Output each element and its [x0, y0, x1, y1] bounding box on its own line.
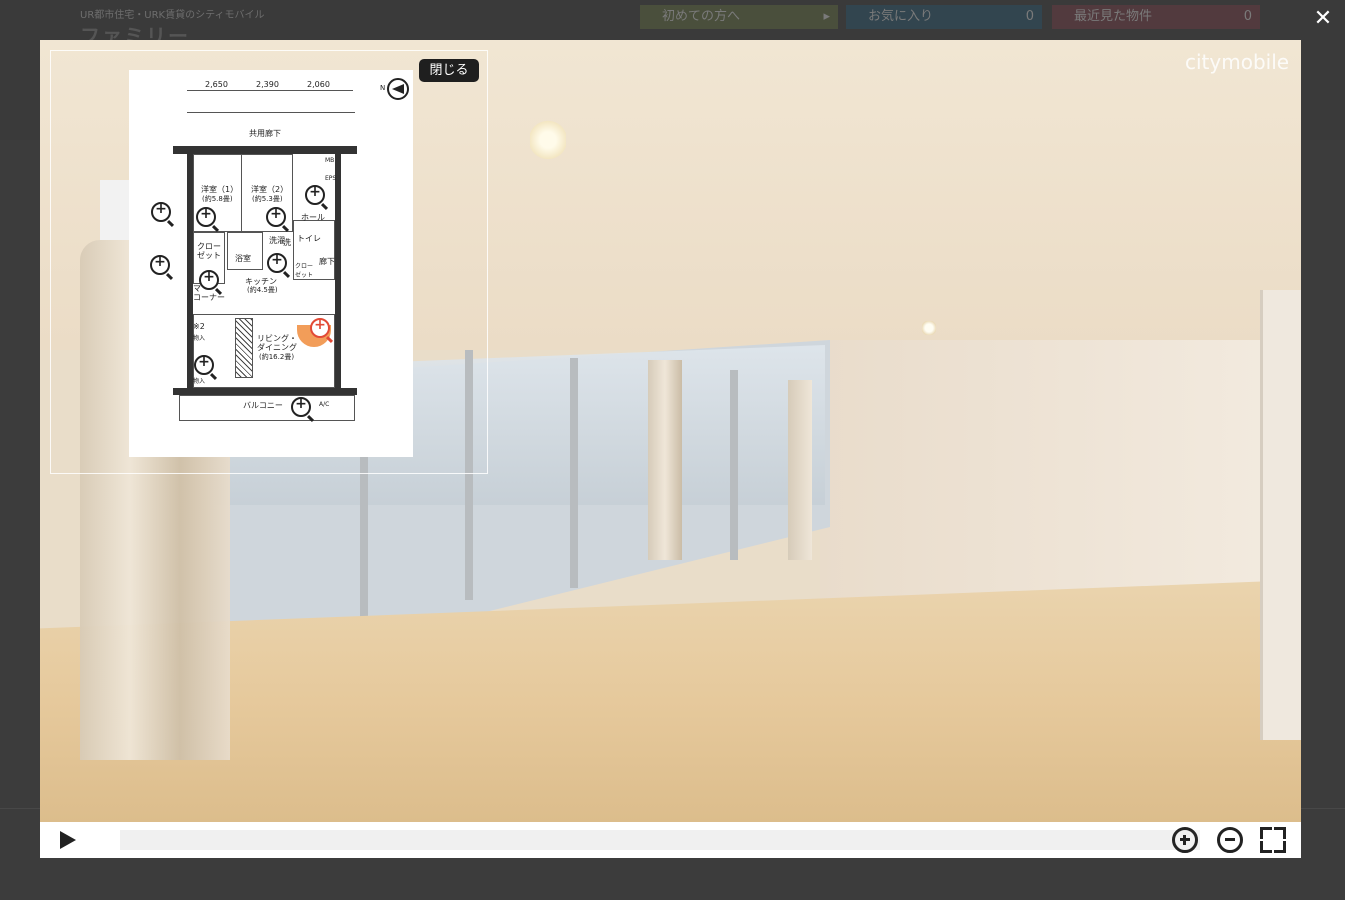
note-label: ※2: [193, 322, 205, 331]
room-label: 物入: [193, 335, 206, 342]
room-label: リビング・ ダイニング: [257, 334, 297, 352]
room-size: (約5.8畳): [202, 195, 233, 203]
zoom-in-icon[interactable]: [151, 201, 171, 222]
room-label: トイレ: [297, 234, 321, 243]
first-time-label: 初めての方へ: [662, 9, 741, 24]
zoom-in-icon[interactable]: [267, 252, 287, 273]
room-size: (約16.2畳): [259, 353, 295, 361]
room-size: (約4.5畳): [247, 286, 278, 294]
north-arrow-icon: [387, 78, 409, 100]
room-label: 洗濯: [269, 236, 285, 245]
citymobile-watermark: citymobile: [1185, 50, 1290, 74]
window-frame: [570, 358, 578, 588]
stair-hatch: [235, 318, 253, 378]
zoom-in-icon[interactable]: [305, 184, 325, 205]
zoom-in-icon[interactable]: [194, 354, 214, 375]
dimension-label: 2,390: [256, 80, 279, 89]
favorites-button: お気に入り 0: [846, 5, 1042, 29]
room-label: 廊下: [319, 257, 335, 266]
favorites-label: お気に入り: [868, 9, 934, 24]
recently-viewed-label: 最近見た物件: [1074, 9, 1153, 24]
site-tagline: UR都市住宅・URK賃貸のシティモバイル: [80, 10, 265, 21]
room-label: 物入: [193, 378, 206, 385]
dimension-line: [187, 90, 353, 91]
fullscreen-corner: [1260, 827, 1272, 839]
zoom-in-icon[interactable]: [196, 206, 216, 227]
floorplan-map[interactable]: 2,650 2,390 2,060 N 共用廊下 洋室（1） (約5.8畳) 洋…: [129, 70, 413, 457]
ceiling-lamp: [922, 321, 936, 335]
room-label: クロー ゼット: [197, 242, 221, 260]
panorama-door: [1260, 290, 1301, 740]
panorama-curtain: [788, 380, 812, 560]
fullscreen-corner: [1260, 841, 1272, 853]
zoom-in-icon[interactable]: [199, 269, 219, 290]
fullscreen-corner: [1274, 827, 1286, 839]
room-label: バルコニー: [243, 401, 283, 410]
play-icon[interactable]: [56, 826, 84, 854]
viewer-controls: [40, 822, 1301, 858]
window-frame: [730, 370, 738, 560]
corridor-line: [187, 112, 355, 113]
room-label: MB: [325, 157, 335, 164]
north-label: N: [380, 84, 386, 92]
room-size: (約5.3畳): [252, 195, 283, 203]
close-icon[interactable]: ✕: [1311, 8, 1335, 32]
chevron-right-icon: ▸: [823, 9, 830, 24]
room-label: A/C: [319, 401, 330, 408]
room-label: ホール: [301, 213, 325, 222]
zoom-in-icon[interactable]: [291, 396, 311, 417]
favorites-count: 0: [1025, 9, 1034, 24]
recently-viewed-button: 最近見た物件 0: [1052, 5, 1260, 29]
first-time-button: 初めての方へ ▸: [640, 5, 838, 29]
room-label: クロー ゼット: [295, 263, 314, 279]
room-label: 浴室: [235, 254, 251, 263]
ceiling-lamp: [530, 120, 566, 160]
fullscreen-icon[interactable]: [1260, 827, 1286, 853]
zoom-in-icon[interactable]: [266, 206, 286, 227]
room-label: 洋室（1）: [201, 185, 239, 194]
dimension-label: 2,060: [307, 80, 330, 89]
zoom-in-icon[interactable]: [310, 317, 330, 338]
recently-viewed-count: 0: [1243, 9, 1252, 24]
wall: [173, 146, 357, 154]
dimension-label: 2,650: [205, 80, 228, 89]
room-label: キッチン: [245, 277, 277, 286]
wall: [173, 388, 357, 395]
fullscreen-corner: [1274, 841, 1286, 853]
room-outline: [227, 232, 263, 270]
zoom-in-icon[interactable]: [150, 254, 170, 275]
panorama-curtain: [648, 360, 682, 560]
room-label: EPS: [325, 175, 337, 182]
zoom-out-icon[interactable]: [1217, 827, 1243, 853]
progress-bar[interactable]: [120, 830, 1200, 850]
room-label: 洋室（2）: [251, 185, 289, 194]
wall: [335, 154, 341, 390]
zoom-in-icon[interactable]: [1172, 827, 1198, 853]
close-map-button[interactable]: 閉じる: [419, 59, 479, 82]
room-label: 共用廊下: [249, 129, 281, 138]
